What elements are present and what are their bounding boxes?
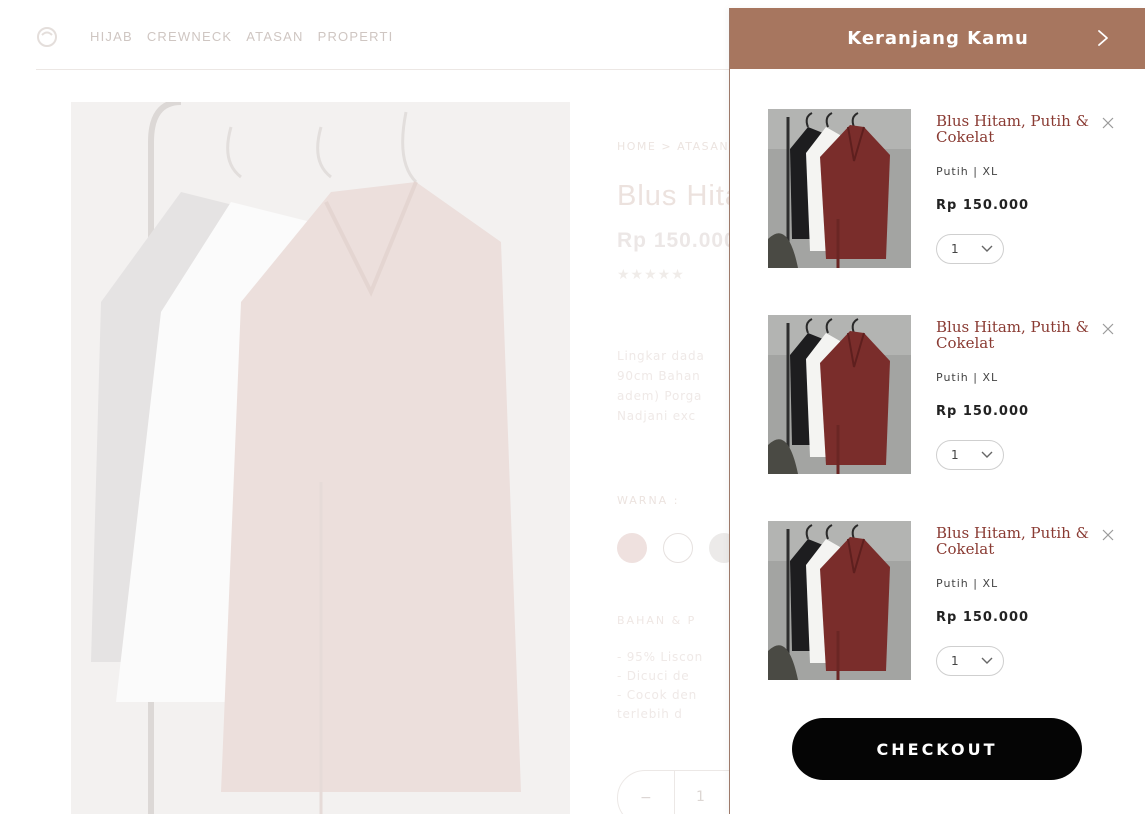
cart-body: Blus Hitam, Putih & Cokelat Putih | XL R… bbox=[730, 69, 1145, 814]
bullet-item: - 95% Liscon bbox=[617, 650, 704, 664]
hero-illustration bbox=[71, 102, 570, 814]
breadcrumb[interactable]: HOME > ATASAN bbox=[617, 140, 729, 153]
cart-item: Blus Hitam, Putih & Cokelat Putih | XL R… bbox=[730, 69, 1145, 268]
cart-item-image[interactable] bbox=[768, 521, 911, 680]
qty-separator bbox=[674, 771, 675, 814]
cart-item: Blus Hitam, Putih & Cokelat Putih | XL R… bbox=[730, 275, 1145, 474]
bullet-item: - Dicuci de bbox=[617, 669, 690, 683]
qty-value: 1 bbox=[696, 789, 705, 805]
color-swatch-brown[interactable] bbox=[617, 533, 647, 563]
chevron-down-icon bbox=[981, 451, 993, 458]
cart-item-price: Rp 150.000 bbox=[936, 610, 1030, 625]
description-line: 90cm Bahan bbox=[617, 369, 701, 383]
cart-item-name[interactable]: Blus Hitam, Putih & Cokelat bbox=[936, 319, 1101, 351]
description-line: Lingkar dada bbox=[617, 349, 705, 363]
material-label: BAHAN & P bbox=[617, 614, 697, 627]
cart-item-quantity-select[interactable]: 1 bbox=[936, 234, 1004, 264]
close-icon[interactable] bbox=[1100, 115, 1116, 131]
close-icon[interactable] bbox=[1100, 321, 1116, 337]
rating-stars: ★★★★★ bbox=[617, 267, 685, 283]
quantity-value: 1 bbox=[951, 654, 959, 668]
cart-item-quantity-select[interactable]: 1 bbox=[936, 440, 1004, 470]
cart-item-price: Rp 150.000 bbox=[936, 198, 1030, 213]
cart-item-image[interactable] bbox=[768, 109, 911, 268]
cart-title: Keranjang Kamu bbox=[847, 28, 1029, 49]
cart-item-illustration bbox=[768, 315, 911, 474]
cart-item-illustration bbox=[768, 521, 911, 680]
qty-minus-button[interactable]: − bbox=[640, 790, 652, 806]
nav-link-crewneck[interactable]: CREWNECK bbox=[147, 29, 232, 44]
cart-item-price: Rp 150.000 bbox=[936, 404, 1030, 419]
product-price: Rp 150.000 bbox=[617, 229, 737, 252]
chevron-down-icon bbox=[981, 657, 993, 664]
nav-link-atasan[interactable]: ATASAN bbox=[246, 29, 303, 44]
cart-item-name[interactable]: Blus Hitam, Putih & Cokelat bbox=[936, 113, 1101, 145]
bullet-item: - Cocok den bbox=[617, 688, 697, 702]
logo-icon[interactable] bbox=[36, 26, 58, 48]
checkout-button[interactable]: CHECKOUT bbox=[792, 718, 1082, 780]
cart-item: Blus Hitam, Putih & Cokelat Putih | XL R… bbox=[730, 481, 1145, 680]
bullet-item: terlebih d bbox=[617, 707, 683, 721]
product-description: Lingkar dada 90cm Bahan adem) Porga Nadj… bbox=[617, 346, 737, 426]
color-label: WARNA : bbox=[617, 494, 680, 507]
cart-item-variant: Putih | XL bbox=[936, 165, 999, 178]
chevron-right-icon[interactable] bbox=[1090, 24, 1116, 52]
nav-link-hijab[interactable]: HIJAB bbox=[90, 29, 133, 44]
material-bullets: - 95% Liscon - Dicuci de - Cocok den ter… bbox=[617, 648, 703, 724]
quantity-value: 1 bbox=[951, 242, 959, 256]
color-swatch-white[interactable] bbox=[663, 533, 693, 563]
description-line: Nadjani exc bbox=[617, 409, 696, 423]
nav-link-properti[interactable]: PROPERTI bbox=[318, 29, 394, 44]
cart-item-image[interactable] bbox=[768, 315, 911, 474]
cart-item-variant: Putih | XL bbox=[936, 577, 999, 590]
chevron-down-icon bbox=[981, 245, 993, 252]
cart-item-name[interactable]: Blus Hitam, Putih & Cokelat bbox=[936, 525, 1101, 557]
quantity-value: 1 bbox=[951, 448, 959, 462]
description-line: adem) Porga bbox=[617, 389, 703, 403]
cart-drawer: Keranjang Kamu Blus Hitam, Putih & Cokel… bbox=[729, 8, 1145, 814]
close-icon[interactable] bbox=[1100, 527, 1116, 543]
nav-links: HIJAB CREWNECK ATASAN PROPERTI bbox=[90, 29, 393, 44]
product-hero-image bbox=[71, 102, 570, 814]
cart-item-variant: Putih | XL bbox=[936, 371, 999, 384]
cart-item-illustration bbox=[768, 109, 911, 268]
cart-header: Keranjang Kamu bbox=[730, 8, 1145, 69]
cart-item-quantity-select[interactable]: 1 bbox=[936, 646, 1004, 676]
